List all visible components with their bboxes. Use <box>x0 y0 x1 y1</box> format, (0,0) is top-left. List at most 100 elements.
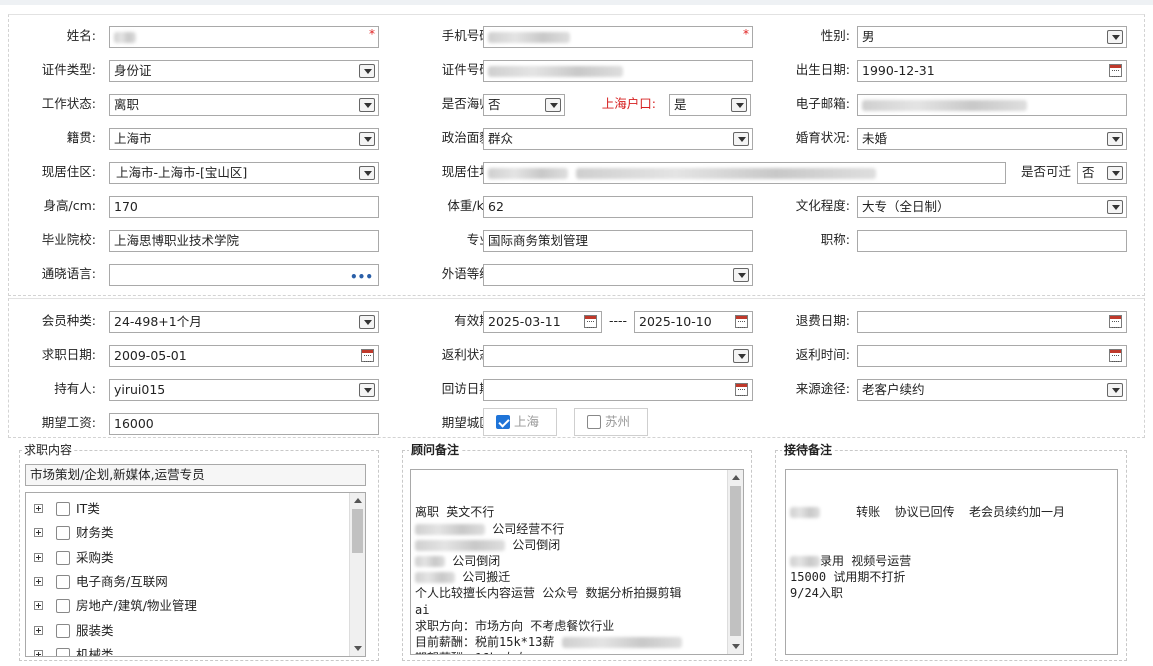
chevron-down-icon[interactable] <box>1107 383 1123 397</box>
foreign-level-select[interactable] <box>483 264 753 286</box>
calendar-icon[interactable] <box>361 349 374 362</box>
chevron-down-icon[interactable] <box>731 98 747 112</box>
marital-select[interactable]: 未婚 <box>857 128 1127 150</box>
valid-from-field[interactable]: 2025-03-11 <box>483 311 602 333</box>
checkbox-checked-icon[interactable] <box>496 415 510 429</box>
chevron-down-icon[interactable] <box>359 98 375 112</box>
chevron-down-icon[interactable] <box>359 315 375 329</box>
scroll-up-icon[interactable] <box>732 475 740 480</box>
chevron-down-icon[interactable] <box>733 349 749 363</box>
phone-field[interactable]: * <box>483 26 753 48</box>
chevron-down-icon[interactable] <box>545 98 561 112</box>
chevron-down-icon[interactable] <box>733 132 749 146</box>
language-field[interactable]: ••• <box>109 264 379 286</box>
salary-field[interactable]: 16000 <box>109 413 379 435</box>
native-value: 上海市 <box>114 131 152 146</box>
chevron-down-icon[interactable] <box>359 132 375 146</box>
expand-plus-icon[interactable] <box>34 601 43 611</box>
relocate-select[interactable]: 否 <box>1077 162 1127 184</box>
tree-scrollbar[interactable] <box>349 493 365 656</box>
calendar-icon[interactable] <box>735 383 748 396</box>
valid-to-field[interactable]: 2025-10-10 <box>634 311 753 333</box>
calendar-icon[interactable] <box>1109 64 1122 77</box>
expand-plus-icon[interactable] <box>34 649 43 656</box>
expand-plus-icon[interactable] <box>34 528 43 538</box>
rebate-status-select[interactable] <box>483 345 753 367</box>
chevron-down-icon[interactable] <box>1107 166 1123 180</box>
scroll-up-icon[interactable] <box>354 498 362 503</box>
checkbox-icon[interactable] <box>56 647 70 656</box>
chevron-down-icon[interactable] <box>1107 132 1123 146</box>
school-field[interactable]: 上海思博职业技术学院 <box>109 230 379 252</box>
reception-notes-textarea[interactable]: 转账 协议已回传 老会员续约加一月 录用 视频号运营 15000 试用期不打折 9/2… <box>785 469 1118 655</box>
district-select[interactable]: 上海市-上海市-[宝山区] <box>109 162 379 184</box>
tree-item-label: 机械类 <box>76 646 114 657</box>
political-select[interactable]: 群众 <box>483 128 753 150</box>
weight-field[interactable]: 62 <box>483 196 753 218</box>
birth-date-field[interactable]: 1990-12-31 <box>857 60 1127 82</box>
expand-plus-icon[interactable] <box>34 625 43 635</box>
hukou-select[interactable]: 是 <box>669 94 751 116</box>
native-label: 籍贯: <box>66 130 96 145</box>
chevron-down-icon[interactable] <box>359 166 375 180</box>
source-select[interactable]: 老客户续约 <box>857 379 1127 401</box>
rebate-time-field[interactable] <box>857 345 1127 367</box>
calendar-icon[interactable] <box>735 315 748 328</box>
checkbox-icon[interactable] <box>56 574 70 589</box>
id-number-field[interactable] <box>483 60 753 82</box>
major-field[interactable]: 国际商务策划管理 <box>483 230 753 252</box>
expand-plus-icon[interactable] <box>34 552 43 562</box>
visit-date-label: 回访日期: <box>441 381 496 396</box>
work-status-select[interactable]: 离职 <box>109 94 379 116</box>
checkbox-icon[interactable] <box>56 550 70 565</box>
checkbox-icon[interactable] <box>56 502 70 516</box>
redacted-text <box>415 572 455 584</box>
job-date-field[interactable]: 2009-05-01 <box>109 345 379 367</box>
education-select[interactable]: 大专（全日制） <box>857 196 1127 218</box>
refund-date-field[interactable] <box>857 311 1127 333</box>
valid-to-value: 2025-10-10 <box>639 314 712 329</box>
political-label: 政治面貌: <box>441 130 496 145</box>
member-type-select[interactable]: 24-498+1个月 <box>109 311 379 333</box>
visit-date-field[interactable] <box>483 379 753 401</box>
checkbox-icon[interactable] <box>56 599 70 614</box>
city-option-shanghai[interactable]: 上海 <box>483 408 557 436</box>
address-field[interactable] <box>483 162 1006 184</box>
scroll-thumb[interactable] <box>730 486 741 636</box>
notes-scrollbar[interactable] <box>727 470 743 654</box>
calendar-icon[interactable] <box>1109 315 1122 328</box>
chevron-down-icon[interactable] <box>1107 30 1123 44</box>
more-dots-icon[interactable]: ••• <box>350 267 373 285</box>
overseas-select[interactable]: 否 <box>483 94 565 116</box>
scroll-thumb[interactable] <box>352 509 363 553</box>
name-field[interactable]: * <box>109 26 379 48</box>
checkbox-icon[interactable] <box>56 623 70 638</box>
chevron-down-icon[interactable] <box>359 383 375 397</box>
height-field[interactable]: 170 <box>109 196 379 218</box>
notes-line <box>790 521 1113 537</box>
job-content-selected[interactable]: 市场策划/企划,新媒体,运营专员 <box>25 464 366 486</box>
city-option-suzhou[interactable]: 苏州 <box>574 408 648 436</box>
chevron-down-icon[interactable] <box>1107 200 1123 214</box>
checkbox-icon[interactable] <box>587 415 601 429</box>
id-type-select[interactable]: 身份证 <box>109 60 379 82</box>
title-field[interactable] <box>857 230 1127 252</box>
native-select[interactable]: 上海市 <box>109 128 379 150</box>
calendar-icon[interactable] <box>584 315 597 328</box>
email-field[interactable] <box>857 94 1127 116</box>
gender-select[interactable]: 男 <box>857 26 1127 48</box>
checkbox-icon[interactable] <box>56 526 70 541</box>
scroll-down-icon[interactable] <box>732 644 740 649</box>
city-option-label: 苏州 <box>605 414 631 429</box>
advisor-notes-textarea[interactable]: 离职 英文不行 公司经营不行 公司倒闭 公司倒闭 公司搬迁 个人比较擅长内容运营 … <box>410 469 744 655</box>
holder-select[interactable]: yirui015 <box>109 379 379 401</box>
notes-line-text: 求职方向：市场方向 不考虑餐饮行业 <box>415 618 615 633</box>
gender-value: 男 <box>862 29 875 44</box>
chevron-down-icon[interactable] <box>733 268 749 282</box>
job-category-tree[interactable]: IT类 财务类 采购类 电子商务/互联网 房地产/建筑/物业管理 服装类 机械类 <box>25 492 366 657</box>
expand-plus-icon[interactable] <box>34 504 43 513</box>
scroll-down-icon[interactable] <box>354 646 362 651</box>
expand-plus-icon[interactable] <box>34 576 43 586</box>
chevron-down-icon[interactable] <box>359 64 375 78</box>
calendar-icon[interactable] <box>1109 349 1122 362</box>
